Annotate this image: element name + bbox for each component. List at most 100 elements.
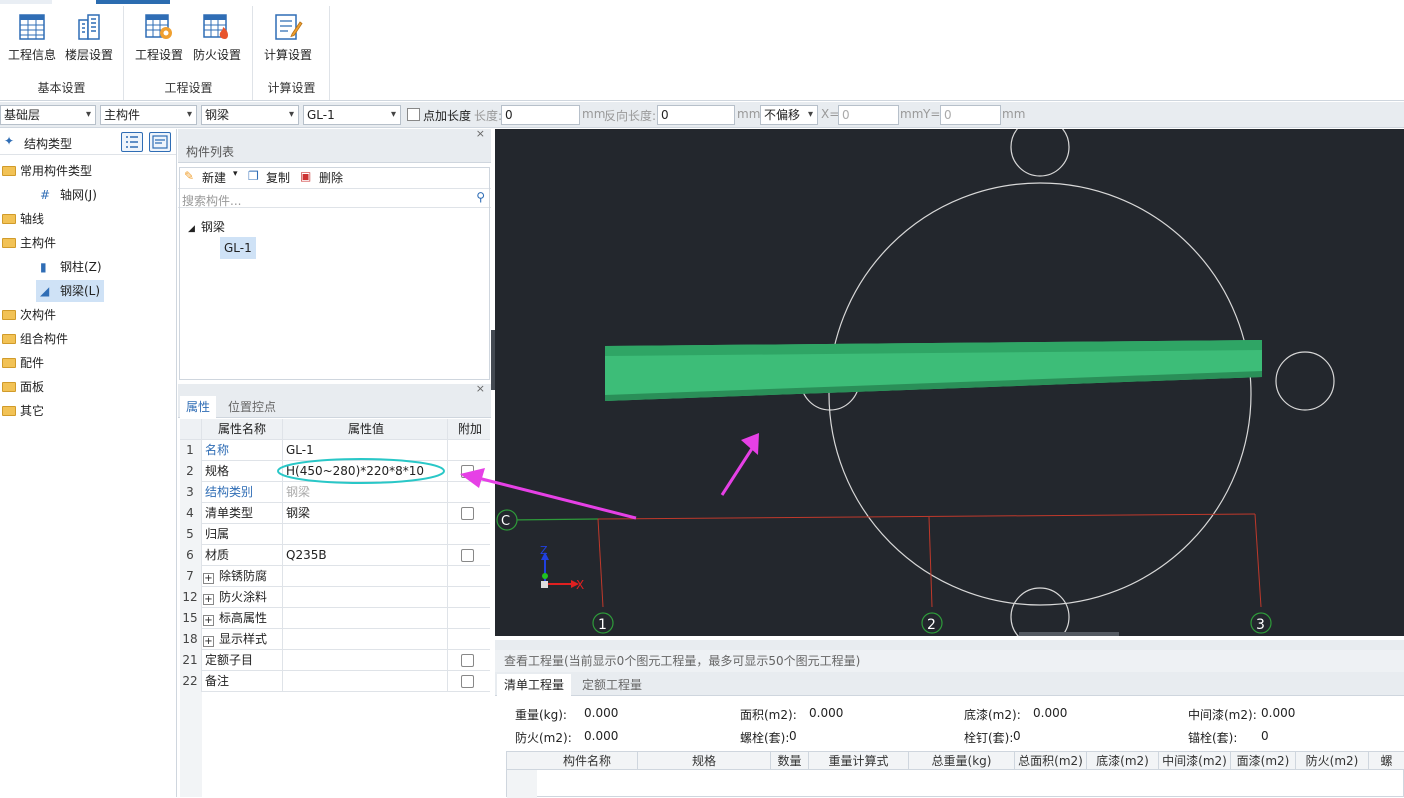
type-select[interactable]: 钢梁 xyxy=(201,105,299,125)
prop-name: + 除锈防腐 xyxy=(203,566,281,587)
x-input[interactable]: 0 xyxy=(838,105,899,125)
prop-extra-checkbox[interactable] xyxy=(461,549,474,562)
quantity-column-header[interactable]: 面漆(m2) xyxy=(1231,752,1296,770)
prop-value[interactable]: 钢梁 xyxy=(286,482,448,503)
fire-settings-button[interactable]: 防火设置 xyxy=(189,10,245,70)
x-label: X= xyxy=(821,107,840,121)
delete-button[interactable]: 删除 xyxy=(319,169,343,186)
search-input[interactable]: 搜索构件... xyxy=(182,192,241,209)
quantity-column-header[interactable]: 构件名称 xyxy=(537,752,638,770)
prop-extra-checkbox[interactable] xyxy=(461,465,474,478)
close-icon[interactable]: × xyxy=(476,127,485,140)
folder-icon xyxy=(2,310,16,320)
tab-quota-quantity[interactable]: 定额工程量 xyxy=(575,674,649,696)
top-node-circle xyxy=(1010,129,1070,177)
prop-value[interactable] xyxy=(286,629,448,650)
quantity-column-header[interactable]: 规格 xyxy=(638,752,771,770)
tree-item-steel-beam[interactable]: ◢ 钢梁(L) xyxy=(36,280,105,302)
quantity-column-header[interactable]: 中间漆(m2) xyxy=(1159,752,1231,770)
prop-value[interactable] xyxy=(286,524,448,545)
prop-row[interactable]: 6 材质 Q235B xyxy=(180,545,490,566)
prop-value[interactable] xyxy=(286,587,448,608)
prop-row-number: 15 xyxy=(182,611,198,625)
offset-select[interactable]: 不偏移 xyxy=(760,105,818,125)
component-select[interactable]: GL-1 xyxy=(303,105,401,125)
prop-extra-checkbox[interactable] xyxy=(461,507,474,520)
expand-icon[interactable]: + xyxy=(203,573,214,584)
close-icon[interactable]: × xyxy=(476,382,485,395)
length-input[interactable]: 0 xyxy=(501,105,580,125)
prop-value[interactable]: Q235B xyxy=(286,545,448,566)
new-button[interactable]: 新建 xyxy=(202,169,226,186)
collapse-icon[interactable]: ◢ xyxy=(188,224,195,234)
expand-icon[interactable]: + xyxy=(203,636,214,647)
prop-value[interactable] xyxy=(286,608,448,629)
quantity-column-header[interactable]: 底漆(m2) xyxy=(1087,752,1159,770)
tab-bill-quantity[interactable]: 清单工程量 xyxy=(497,674,572,696)
chevron-down-icon[interactable]: ▾ xyxy=(233,169,238,179)
prop-value[interactable]: 钢梁 xyxy=(286,503,448,524)
calc-settings-button[interactable]: 计算设置 xyxy=(260,10,316,70)
prop-row[interactable]: 7 + 除锈防腐 xyxy=(180,566,490,587)
y-input[interactable]: 0 xyxy=(940,105,1001,125)
prop-row[interactable]: 21 定额子目 xyxy=(180,650,490,671)
prop-value[interactable]: H(450~280)*220*8*10 xyxy=(286,461,448,482)
tree-item-steel-column[interactable]: ▮ 钢柱(Z) xyxy=(40,256,102,278)
prop-row[interactable]: 2 规格 H(450~280)*220*8*10 xyxy=(180,461,490,482)
quantity-column-header[interactable]: 重量计算式 xyxy=(809,752,909,770)
new-icon: ✎ xyxy=(184,169,195,183)
project-info-button[interactable]: 工程信息 xyxy=(4,10,60,70)
axis-label-3: 3 xyxy=(1256,617,1265,633)
folder-icon xyxy=(2,334,16,344)
tree-item-other[interactable]: 其它 xyxy=(2,400,44,422)
point-length-checkbox[interactable] xyxy=(407,108,420,121)
drawing-canvas[interactable]: C 1 2 3 X Z xyxy=(495,129,1404,636)
tree-item-panel[interactable]: 面板 xyxy=(2,376,44,398)
tree-item-accessories[interactable]: 配件 xyxy=(2,352,44,374)
prop-row[interactable]: 15 + 标高属性 xyxy=(180,608,490,629)
prop-row[interactable]: 4 清单类型 钢梁 xyxy=(180,503,490,524)
quantity-column-header[interactable]: 数量 xyxy=(771,752,809,770)
prop-row[interactable]: 12 + 防火涂料 xyxy=(180,587,490,608)
quantity-column-header[interactable]: 防火(m2) xyxy=(1296,752,1369,770)
tree-item-secondary[interactable]: 次构件 xyxy=(2,304,56,326)
tab-properties[interactable]: 属性 xyxy=(180,396,217,418)
expand-icon[interactable]: + xyxy=(203,615,214,626)
tree-item-axis[interactable]: 轴线 xyxy=(2,208,44,230)
prop-extra-checkbox[interactable] xyxy=(461,675,474,688)
tab-control-points[interactable]: 位置控点 xyxy=(222,396,282,418)
prop-row[interactable]: 22 备注 xyxy=(180,671,490,692)
prop-row[interactable]: 18 + 显示样式 xyxy=(180,629,490,650)
prop-row[interactable]: 5 归属 xyxy=(180,524,490,545)
quantity-title: 查看工程量(当前显示0个图元工程量，最多可显示50个图元工程量) xyxy=(495,650,1404,672)
tree-item-common[interactable]: 常用构件类型 xyxy=(2,160,92,182)
project-settings-button[interactable]: 工程设置 xyxy=(131,10,187,70)
quantity-column-header[interactable]: 总面积(m2) xyxy=(1015,752,1087,770)
prop-value[interactable] xyxy=(286,566,448,587)
floor-select[interactable]: 基础层 xyxy=(0,105,96,125)
reverse-length-input[interactable]: 0 xyxy=(657,105,735,125)
component-item-gl1[interactable]: GL-1 xyxy=(220,237,256,259)
prop-value[interactable]: GL-1 xyxy=(286,440,448,461)
tree-item-grid[interactable]: # 轴网(J) xyxy=(40,184,97,206)
prop-value[interactable] xyxy=(286,650,448,671)
detail-view-icon[interactable] xyxy=(149,132,171,152)
category-select[interactable]: 主构件 xyxy=(100,105,197,125)
quantity-column-header[interactable]: 总重量(kg) xyxy=(909,752,1015,770)
prop-name-text: 归属 xyxy=(205,527,230,541)
quantity-column-header[interactable]: 螺 xyxy=(1369,752,1404,770)
prop-row[interactable]: 1 名称 GL-1 xyxy=(180,440,490,461)
prop-row[interactable]: 3 结构类别 钢梁 xyxy=(180,482,490,503)
floor-settings-button[interactable]: 楼层设置 xyxy=(61,10,117,70)
tree-item-main[interactable]: 主构件 xyxy=(2,232,56,254)
list-view-icon[interactable] xyxy=(121,132,143,152)
prop-name-text: 结构类别 xyxy=(205,485,254,499)
prop-name: 材质 xyxy=(205,545,283,566)
prop-extra-checkbox[interactable] xyxy=(461,654,474,667)
component-group[interactable]: ◢ 钢梁 xyxy=(188,218,225,235)
copy-button[interactable]: 复制 xyxy=(266,169,290,186)
tree-item-combined[interactable]: 组合构件 xyxy=(2,328,68,350)
search-icon[interactable]: ⚲ xyxy=(476,190,485,204)
expand-icon[interactable]: + xyxy=(203,594,214,605)
prop-value[interactable] xyxy=(286,671,448,692)
